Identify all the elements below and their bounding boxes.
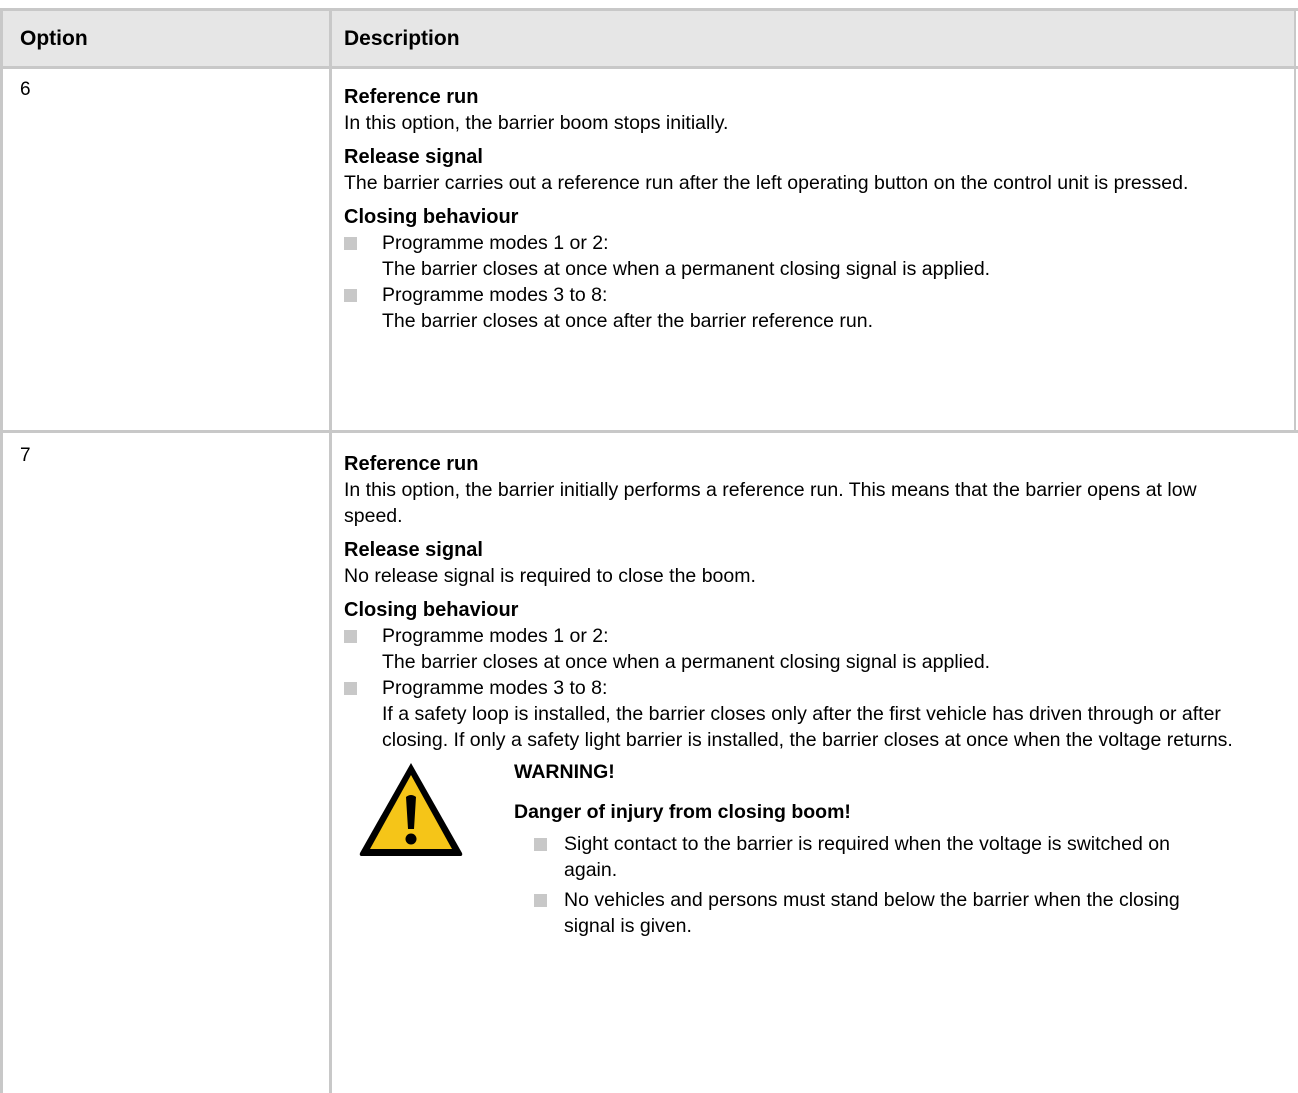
list-item-text: The barrier closes at once when a perman… xyxy=(382,258,991,280)
option-number: 6 xyxy=(20,79,31,100)
section-title: Reference run xyxy=(344,453,479,475)
section-title: Release signal xyxy=(344,539,483,561)
bullet-square-icon xyxy=(344,289,357,302)
warning-subtitle: Danger of injury from closing boom! xyxy=(514,801,851,823)
list-item-text: The barrier closes at once after the bar… xyxy=(382,310,873,332)
section-title: Reference run xyxy=(344,86,479,108)
table-border-right xyxy=(1294,8,1296,432)
bullet-square-icon xyxy=(534,894,547,907)
warning-item-text: Sight contact to the barrier is required… xyxy=(564,833,1170,881)
bullet-square-icon xyxy=(344,630,357,643)
warning-title: WARNING! xyxy=(514,761,615,783)
section: Release signal The barrier carries out a… xyxy=(344,144,1264,196)
table-header xyxy=(0,11,1296,66)
table-border-top xyxy=(0,8,1298,11)
warning-item-text: No vehicles and persons must stand below… xyxy=(564,889,1180,937)
warning-triangle-icon xyxy=(359,763,463,856)
section-title: Release signal xyxy=(344,146,483,168)
row-divider xyxy=(0,430,1298,433)
warning-box: WARNING! Danger of injury from closing b… xyxy=(344,759,1264,939)
bullet-square-icon xyxy=(344,237,357,250)
option-number: 7 xyxy=(20,445,31,466)
list-item: Programme modes 3 to 8: The barrier clos… xyxy=(344,282,1264,334)
section: Closing behaviour Programme modes 1 or 2… xyxy=(344,204,1264,334)
list-item: Programme modes 1 or 2: The barrier clos… xyxy=(344,230,1264,282)
section-text: The barrier carries out a reference run … xyxy=(344,172,1189,194)
list-item: Programme modes 1 or 2: The barrier clos… xyxy=(344,623,1264,675)
section: Closing behaviour Programme modes 1 or 2… xyxy=(344,597,1264,753)
list-item-head: Programme modes 1 or 2: xyxy=(382,625,609,647)
warning-item: No vehicles and persons must stand below… xyxy=(514,887,1224,939)
section-title: Closing behaviour xyxy=(344,206,519,228)
section: Reference run In this option, the barrie… xyxy=(344,451,1264,529)
list-item-text: The barrier closes at once when a perman… xyxy=(382,651,991,673)
warning-item: Sight contact to the barrier is required… xyxy=(514,831,1224,883)
column-divider xyxy=(329,8,332,1093)
header-description: Description xyxy=(344,27,460,50)
section: Reference run In this option, the barrie… xyxy=(344,84,1264,136)
list-item-head: Programme modes 3 to 8: xyxy=(382,677,608,699)
header-divider xyxy=(0,66,1298,69)
list-item-head: Programme modes 3 to 8: xyxy=(382,284,608,306)
bullet-square-icon xyxy=(344,682,357,695)
section-title: Closing behaviour xyxy=(344,599,519,621)
section-text: No release signal is required to close t… xyxy=(344,565,756,587)
bullet-square-icon xyxy=(534,838,547,851)
option-description: Reference run In this option, the barrie… xyxy=(344,84,1264,334)
list-item-head: Programme modes 1 or 2: xyxy=(382,232,609,254)
option-description: Reference run In this option, the barrie… xyxy=(344,451,1264,943)
list-item-text: If a safety loop is installed, the barri… xyxy=(382,703,1233,751)
section: Release signal No release signal is requ… xyxy=(344,537,1264,589)
table-border-left xyxy=(0,8,3,1093)
list-item: Programme modes 3 to 8: If a safety loop… xyxy=(344,675,1264,753)
section-text: In this option, the barrier initially pe… xyxy=(344,479,1197,527)
section-text: In this option, the barrier boom stops i… xyxy=(344,112,729,134)
header-option: Option xyxy=(20,27,88,50)
